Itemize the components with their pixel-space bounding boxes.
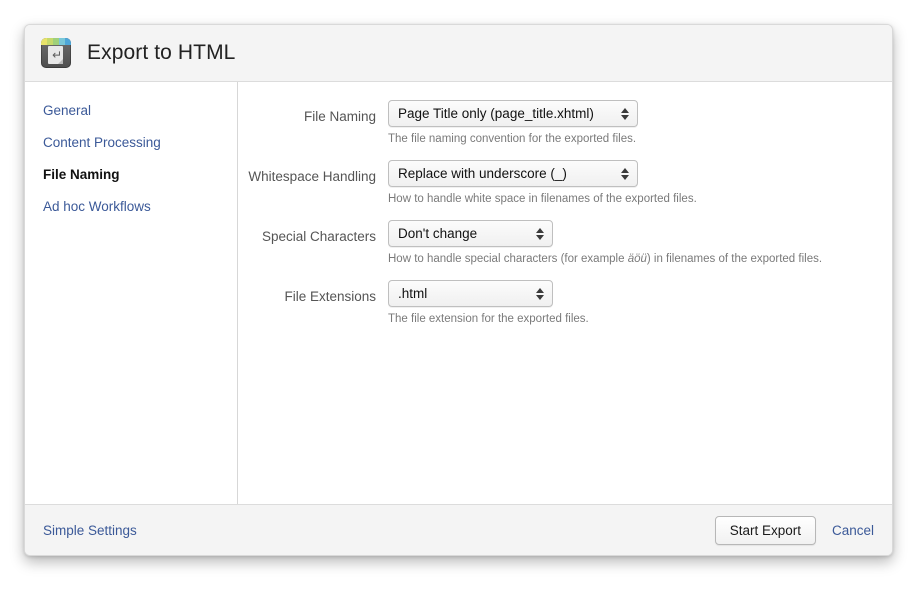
help-file-extensions: The file extension for the exported file… [388,312,892,327]
help-text: The file naming convention for the expor… [388,133,637,145]
curved-arrow-icon: ↵ [52,48,63,62]
whitespace-handling-select-value: Replace with underscore (_) [398,166,567,181]
export-to-html-dialog: ↵ Export to HTML General Content Process… [24,24,893,556]
special-characters-select-value: Don't change [398,226,478,241]
file-extensions-select-value: .html [398,286,428,301]
label-file-naming: File Naming [303,109,376,124]
file-extensions-select[interactable]: .html [388,280,553,307]
help-text: How to handle white space in filenames o… [388,193,697,205]
help-text-example: äöü [627,253,647,265]
special-characters-select[interactable]: Don't change [388,220,553,247]
form-row-file-extensions: File Extensions .html The file extension… [238,280,892,338]
dialog-footer: Simple Settings Start Export Cancel [25,504,892,555]
dialog-body: General Content Processing File Naming A… [25,82,892,504]
settings-sidebar: General Content Processing File Naming A… [25,82,238,504]
help-whitespace-handling: How to handle white space in filenames o… [388,192,892,207]
export-html-app-icon: ↵ [41,38,71,68]
help-text: The file extension for the exported file… [388,313,589,325]
start-export-button[interactable]: Start Export [714,515,816,545]
help-text-before: How to handle special characters (for ex… [388,253,628,265]
settings-content: File Naming Page Title only (page_title.… [238,82,892,504]
chevron-updown-icon [621,166,630,182]
chevron-updown-icon [536,226,545,242]
help-text-after: ) in filenames of the exported files. [646,253,823,265]
label-whitespace-handling: Whitespace Handling [248,169,376,184]
label-file-extensions: File Extensions [284,289,376,304]
label-special-characters: Special Characters [261,229,376,244]
form-row-whitespace-handling: Whitespace Handling Replace with undersc… [238,160,892,218]
sidebar-item-ad-hoc-workflows[interactable]: Ad hoc Workflows [43,198,237,216]
help-special-characters: How to handle special characters (for ex… [388,252,892,267]
icon-color-stripes [41,38,71,45]
file-naming-select-value: Page Title only (page_title.xhtml) [398,106,594,121]
dialog-header: ↵ Export to HTML [25,25,892,82]
page-title: Export to HTML [87,41,236,64]
simple-settings-link[interactable]: Simple Settings [43,523,137,538]
chevron-updown-icon [536,286,545,302]
cancel-link[interactable]: Cancel [832,523,874,538]
form-row-special-characters: Special Characters Don't change How to h… [238,220,892,278]
whitespace-handling-select[interactable]: Replace with underscore (_) [388,160,638,187]
sidebar-item-content-processing[interactable]: Content Processing [43,134,237,152]
sidebar-item-general[interactable]: General [43,102,237,120]
sidebar-item-file-naming[interactable]: File Naming [43,166,237,184]
file-naming-select[interactable]: Page Title only (page_title.xhtml) [388,100,638,127]
form-row-file-naming: File Naming Page Title only (page_title.… [238,100,892,158]
chevron-updown-icon [621,106,630,122]
help-file-naming: The file naming convention for the expor… [388,132,892,147]
